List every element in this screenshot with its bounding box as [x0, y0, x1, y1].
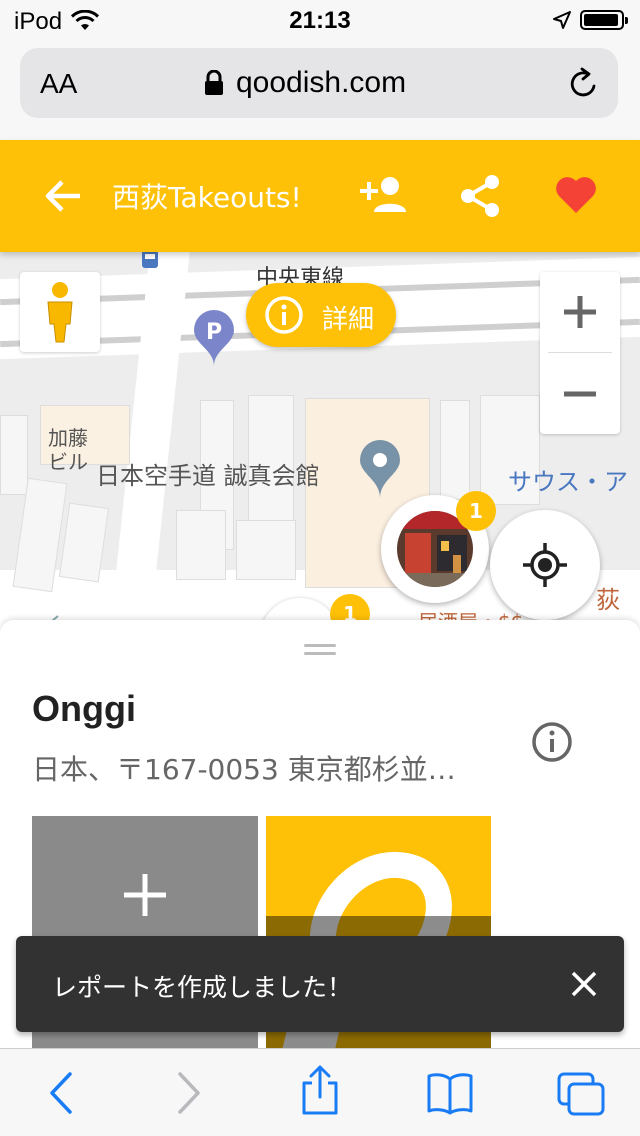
map-label-dojo: 日本空手道 誠真会館: [96, 462, 320, 490]
drag-handle[interactable]: [304, 644, 336, 656]
add-follower-icon[interactable]: [360, 174, 408, 218]
browser-address-area: AA qoodish.com: [0, 42, 640, 140]
app-header: 西荻Takeouts!: [0, 140, 640, 252]
pegman-icon: [42, 280, 78, 348]
status-bar: iPod 21:13: [0, 0, 640, 42]
zoom-divider: [548, 352, 612, 353]
snackbar-message: レポートを作成しました！: [52, 973, 353, 1002]
back-arrow-icon[interactable]: [44, 176, 84, 220]
place-pin-icon[interactable]: [360, 440, 400, 502]
my-location-button[interactable]: [490, 510, 600, 620]
favorite-heart-icon[interactable]: [555, 176, 597, 218]
browser-toolbar: [0, 1048, 640, 1136]
location-arrow-icon: [552, 10, 572, 34]
url-domain: qoodish.com: [236, 66, 407, 99]
parking-pin-icon[interactable]: P: [194, 310, 234, 370]
zoom-out-button[interactable]: [540, 354, 620, 434]
browser-forward-icon[interactable]: [176, 1071, 202, 1119]
map-building: [0, 415, 28, 495]
tabs-icon[interactable]: [556, 1071, 606, 1121]
crosshair-icon: [523, 543, 567, 587]
map-building: [236, 520, 296, 580]
battery-icon: [580, 10, 628, 30]
share-sheet-icon[interactable]: [298, 1065, 342, 1121]
map-building: [176, 510, 226, 580]
info-icon: [264, 295, 304, 339]
detail-button-label: 詳細: [322, 305, 375, 335]
text-size-button[interactable]: AA: [40, 68, 77, 100]
share-icon[interactable]: [460, 174, 500, 222]
address-bar[interactable]: AA qoodish.com: [20, 48, 618, 118]
map-title: 西荻Takeouts!: [112, 181, 302, 214]
bookmarks-icon[interactable]: [426, 1071, 474, 1119]
spot-address: 日本、〒167-0053 東京都杉並…: [32, 753, 456, 786]
spot-name: Onggi: [32, 688, 136, 729]
detail-button[interactable]: 詳細: [246, 283, 396, 347]
browser-back-icon[interactable]: [48, 1071, 74, 1119]
map-label-building: ビル: [48, 450, 88, 474]
snackbar: レポートを作成しました！: [16, 936, 624, 1032]
map-building: [440, 400, 470, 500]
lock-icon: [204, 69, 224, 100]
marker-count-badge: 1: [456, 491, 496, 531]
street-view-pegman[interactable]: [20, 272, 100, 352]
zoom-in-button[interactable]: [540, 272, 620, 352]
bus-stop-icon: [140, 250, 160, 276]
svg-text:P: P: [206, 320, 222, 345]
reload-icon[interactable]: [568, 66, 600, 104]
close-icon[interactable]: [570, 970, 598, 1002]
zoom-control: [540, 272, 620, 434]
clock: 21:13: [289, 7, 351, 34]
map-label-saus: サウス・ア: [508, 468, 628, 496]
plus-icon: [122, 872, 168, 922]
info-icon[interactable]: [530, 720, 574, 768]
